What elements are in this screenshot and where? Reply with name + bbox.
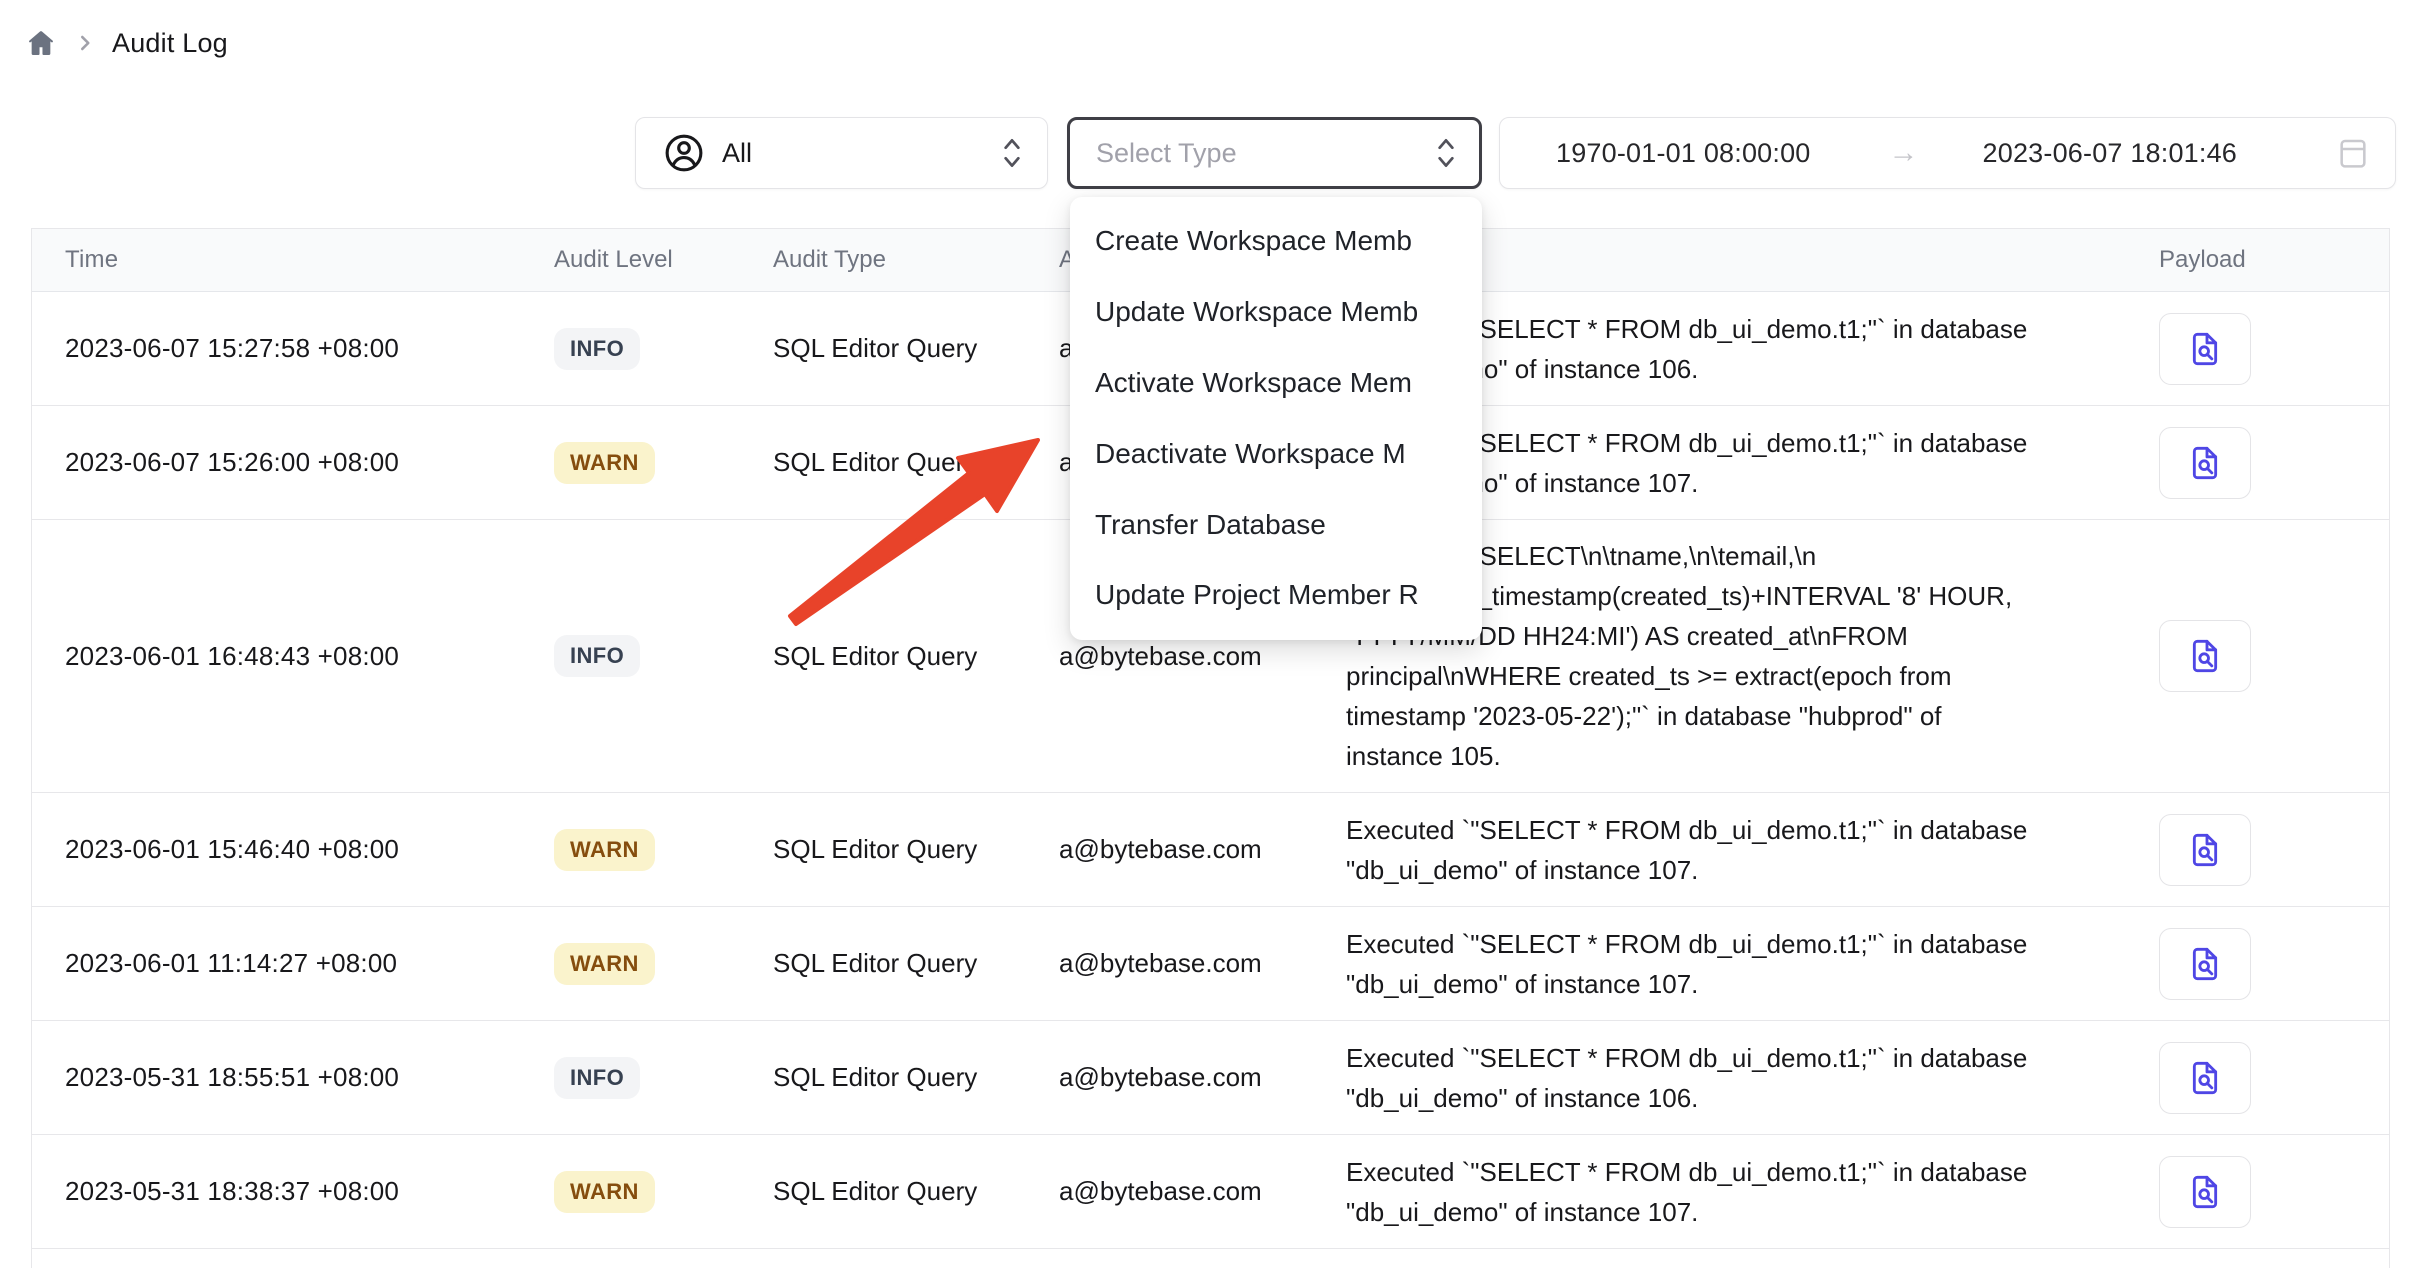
- date-range-end[interactable]: 2023-06-07 18:01:46: [1983, 138, 2238, 169]
- cell-audit-type: SQL Editor Query: [773, 447, 1059, 478]
- audit-level-badge: WARN: [554, 442, 655, 484]
- view-payload-button[interactable]: [2159, 928, 2251, 1000]
- document-search-icon: [2185, 944, 2225, 984]
- select-updown-icon: [999, 134, 1025, 172]
- cell-actor: a@bytebase.com: [1059, 1062, 1346, 1093]
- type-menu-item[interactable]: Update Workspace Memb: [1070, 277, 1482, 348]
- range-arrow-icon: →: [1889, 136, 1919, 170]
- date-range-picker[interactable]: 1970-01-01 08:00:00 → 2023-06-07 18:01:4…: [1499, 117, 2396, 189]
- table-row: 2023-05-31 18:38:37 +08:00 WARN SQL Edit…: [32, 1135, 2389, 1249]
- table-row: 2023-06-01 15:46:40 +08:00 WARN SQL Edit…: [32, 793, 2389, 907]
- cell-audit-type: SQL Editor Query: [773, 834, 1059, 865]
- view-payload-button[interactable]: [2159, 1156, 2251, 1228]
- view-payload-button[interactable]: [2159, 1042, 2251, 1114]
- header-level: Audit Level: [554, 246, 773, 274]
- type-select-menu: Create Workspace MembUpdate Workspace Me…: [1070, 197, 1482, 640]
- document-search-icon: [2185, 329, 2225, 369]
- document-search-icon: [2185, 1172, 2225, 1212]
- user-circle-icon: [662, 131, 706, 175]
- date-range-start[interactable]: 1970-01-01 08:00:00: [1556, 138, 1811, 169]
- table-row: 2023-05-31 18:55:51 +08:00 INFO SQL Edit…: [32, 1021, 2389, 1135]
- view-payload-button[interactable]: [2159, 427, 2251, 499]
- document-search-icon: [2185, 443, 2225, 483]
- document-search-icon: [2185, 636, 2225, 676]
- breadcrumb: Audit Log: [24, 26, 228, 60]
- header-payload: Payload: [2159, 246, 2389, 274]
- home-icon[interactable]: [24, 26, 58, 60]
- member-filter-select[interactable]: All: [635, 117, 1048, 189]
- audit-log-page: Audit Log All Select Type 1970-01-01 08:…: [0, 0, 2410, 1268]
- cell-time: 2023-06-01 11:14:27 +08:00: [32, 948, 554, 979]
- page-title: Audit Log: [112, 28, 228, 59]
- audit-level-badge: INFO: [554, 635, 640, 677]
- cell-comment: Executed `"SELECT * FROM db_ui_demo.t1;"…: [1346, 908, 2159, 1020]
- type-menu-item[interactable]: Deactivate Workspace M: [1070, 418, 1482, 489]
- chevron-right-icon: [72, 30, 98, 56]
- type-filter-select[interactable]: Select Type: [1067, 117, 1482, 189]
- cell-comment: Executed `"SELECT * FROM db_ui_demo.t1;"…: [1346, 1022, 2159, 1134]
- audit-level-badge: INFO: [554, 1057, 640, 1099]
- audit-level-badge: WARN: [554, 943, 655, 985]
- cell-audit-type: SQL Editor Query: [773, 1062, 1059, 1093]
- header-type: Audit Type: [773, 246, 1059, 274]
- cell-audit-type: SQL Editor Query: [773, 948, 1059, 979]
- audit-level-badge: WARN: [554, 829, 655, 871]
- cell-audit-type: SQL Editor Query: [773, 641, 1059, 672]
- type-menu-item[interactable]: Transfer Database: [1070, 489, 1482, 560]
- table-row: 2023-06-01 11:14:27 +08:00 WARN SQL Edit…: [32, 907, 2389, 1021]
- cell-time: 2023-06-07 15:27:58 +08:00: [32, 333, 554, 364]
- cell-time: 2023-06-01 15:46:40 +08:00: [32, 834, 554, 865]
- audit-level-badge: WARN: [554, 1171, 655, 1213]
- cell-audit-type: SQL Editor Query: [773, 1176, 1059, 1207]
- type-menu-item[interactable]: Update Project Member R: [1070, 560, 1482, 631]
- cell-actor: a@bytebase.com: [1059, 834, 1346, 865]
- cell-actor: a@bytebase.com: [1059, 641, 1346, 672]
- header-time: Time: [32, 246, 554, 274]
- cell-time: 2023-05-31 18:55:51 +08:00: [32, 1062, 554, 1093]
- select-updown-icon: [1433, 134, 1459, 172]
- calendar-icon: [2337, 135, 2369, 171]
- cell-comment: Executed `"SELECT * FROM db_ui_demo.t1;"…: [1346, 794, 2159, 906]
- cell-actor: a@bytebase.com: [1059, 948, 1346, 979]
- cell-time: 2023-06-07 15:26:00 +08:00: [32, 447, 554, 478]
- audit-level-badge: INFO: [554, 328, 640, 370]
- cell-comment: Executed `"SELECT * FROM db_ui_demo.t1;"…: [1346, 1136, 2159, 1248]
- document-search-icon: [2185, 1058, 2225, 1098]
- view-payload-button[interactable]: [2159, 313, 2251, 385]
- cell-actor: a@bytebase.com: [1059, 1176, 1346, 1207]
- type-filter-placeholder: Select Type: [1096, 138, 1433, 169]
- cell-audit-type: SQL Editor Query: [773, 333, 1059, 364]
- type-menu-item[interactable]: Activate Workspace Mem: [1070, 348, 1482, 419]
- document-search-icon: [2185, 830, 2225, 870]
- member-filter-value: All: [722, 138, 999, 169]
- view-payload-button[interactable]: [2159, 814, 2251, 886]
- type-menu-item[interactable]: Create Workspace Memb: [1070, 206, 1482, 277]
- cell-time: 2023-05-31 18:38:37 +08:00: [32, 1176, 554, 1207]
- cell-time: 2023-06-01 16:48:43 +08:00: [32, 641, 554, 672]
- view-payload-button[interactable]: [2159, 620, 2251, 692]
